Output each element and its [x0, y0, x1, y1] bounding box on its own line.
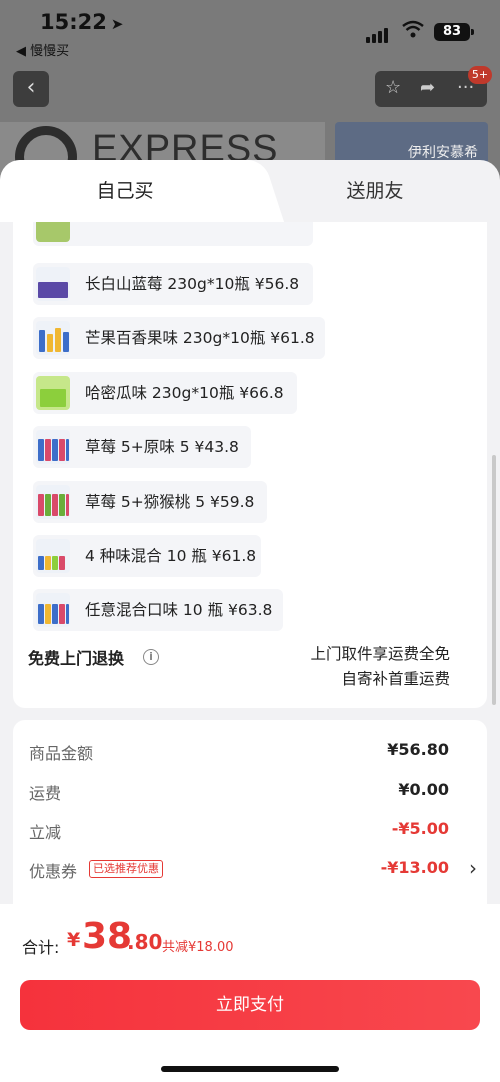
checkout-sheet: 送朋友 自己买 长白山蓝莓 230g*10瓶 ¥56.8 芒果百香果味 230g…	[0, 160, 500, 1082]
shipping-value: ¥0.00	[398, 780, 449, 799]
signal-icon	[366, 24, 390, 43]
battery-icon: 83	[434, 23, 474, 41]
star-icon[interactable]: ☆	[385, 77, 401, 98]
notification-badge: 5+	[468, 66, 492, 84]
instant-discount-row: 立减 -¥5.00	[29, 819, 461, 843]
back-to-app-link[interactable]: ◀ 慢慢买	[16, 40, 69, 59]
info-icon[interactable]: i	[143, 649, 159, 665]
wifi-icon	[402, 20, 424, 38]
product-thumbnail	[36, 539, 70, 573]
share-icon[interactable]: ➦	[420, 77, 435, 98]
clock-text: 15:22	[40, 10, 107, 34]
product-thumbnail	[36, 593, 70, 627]
product-item[interactable]: 长白山蓝莓 230g*10瓶 ¥56.8	[33, 263, 313, 305]
checkout-footer: 合计: ¥ 38 .80 共减¥18.00 立即支付	[0, 904, 500, 1082]
return-note-line: 上门取件享运费全免	[310, 645, 450, 663]
price-breakdown-card: 商品金额 ¥56.80 运费 ¥0.00 立减 -¥5.00 优惠券 已选推荐优…	[13, 720, 487, 920]
back-button[interactable]: ‹	[13, 71, 49, 107]
total-currency: ¥	[67, 929, 81, 951]
product-item[interactable]: 4 种味混合 10 瓶 ¥61.8	[33, 535, 261, 577]
coupon-value: -¥13.00	[380, 858, 449, 877]
status-bar: 15:22 ➤ ◀ 慢慢买 83	[0, 0, 500, 60]
chevron-right-icon[interactable]: ›	[469, 856, 477, 880]
tab-self-buy[interactable]: 自己买	[0, 160, 250, 222]
product-item[interactable]	[33, 222, 313, 246]
goods-amount-value: ¥56.80	[387, 740, 449, 759]
product-list-card: 长白山蓝莓 230g*10瓶 ¥56.8 芒果百香果味 230g*10瓶 ¥61…	[13, 222, 487, 708]
product-item[interactable]: 芒果百香果味 230g*10瓶 ¥61.8	[33, 317, 325, 359]
shipping-label: 运费	[29, 784, 62, 803]
tab-gift[interactable]: 送朋友	[250, 160, 500, 222]
product-thumbnail	[36, 485, 70, 519]
product-thumbnail	[36, 267, 70, 301]
shipping-row: 运费 ¥0.00	[29, 780, 461, 804]
product-item[interactable]: 草莓 5+原味 5 ¥43.8	[33, 426, 251, 468]
instant-discount-label: 立减	[29, 823, 62, 842]
product-thumbnail	[36, 222, 70, 242]
total-amount-decimal: .80	[127, 930, 163, 954]
product-item[interactable]: 哈密瓜味 230g*10瓶 ¥66.8	[33, 372, 297, 414]
return-note-line: 自寄补首重运费	[341, 670, 450, 688]
product-label: 长白山蓝莓 230g*10瓶 ¥56.8	[85, 275, 300, 293]
product-label: 4 种味混合 10 瓶 ¥61.8	[85, 547, 257, 565]
product-item[interactable]: 任意混合口味 10 瓶 ¥63.8	[33, 589, 283, 631]
location-arrow-icon: ➤	[110, 15, 124, 33]
product-label: 哈密瓜味 230g*10瓶 ¥66.8	[85, 384, 284, 402]
total-amount-integer: 38	[82, 916, 133, 957]
total-label: 合计:	[22, 938, 60, 957]
coupon-label: 优惠券	[29, 862, 78, 881]
product-thumbnail	[36, 376, 70, 410]
product-label: 草莓 5+猕猴桃 5 ¥59.8	[85, 493, 255, 511]
product-label: 任意混合口味 10 瓶 ¥63.8	[85, 601, 273, 619]
product-thumbnail	[36, 430, 70, 464]
background-card-text: 伊利安慕希	[408, 145, 478, 161]
product-thumbnail	[36, 321, 70, 355]
instant-discount-value: -¥5.00	[391, 819, 449, 838]
tab-bar: 送朋友 自己买	[0, 160, 500, 222]
scrollbar[interactable]	[492, 455, 496, 705]
free-return-title: 免费上门退换	[28, 649, 125, 668]
home-indicator	[161, 1066, 339, 1072]
product-item[interactable]: 草莓 5+猕猴桃 5 ¥59.8	[33, 481, 267, 523]
goods-amount-row: 商品金额 ¥56.80	[29, 740, 461, 764]
coupon-row[interactable]: 优惠券 已选推荐优惠 -¥13.00 ›	[29, 856, 477, 882]
total-saved: 共减¥18.00	[162, 940, 234, 955]
coupon-badge: 已选推荐优惠	[89, 860, 163, 878]
return-note: 上门取件享运费全免 自寄补首重运费	[310, 642, 450, 692]
product-label: 草莓 5+原味 5 ¥43.8	[85, 438, 239, 456]
goods-amount-label: 商品金额	[29, 744, 94, 763]
product-label: 芒果百香果味 230g*10瓶 ¥61.8	[85, 329, 315, 347]
pay-now-button[interactable]: 立即支付	[20, 980, 480, 1030]
clock: 15:22 ➤	[40, 10, 123, 34]
